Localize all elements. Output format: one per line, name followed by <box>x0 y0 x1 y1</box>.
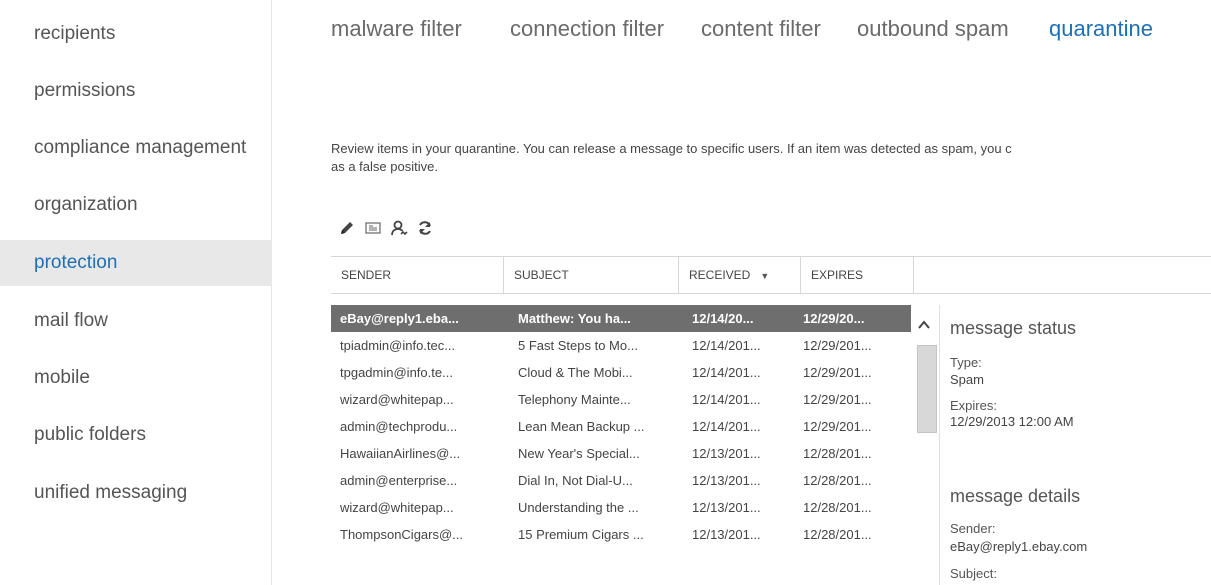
subject-cell: Cloud & The Mobi... <box>518 365 633 380</box>
sender-cell: wizard@whitepap... <box>340 500 454 515</box>
received-cell: 12/14/20... <box>692 311 754 326</box>
received-cell: 12/13/201... <box>692 500 761 515</box>
sender-cell: tpiadmin@info.tec... <box>340 338 456 353</box>
column-header-expires[interactable]: EXPIRES <box>801 257 914 293</box>
sender-cell: wizard@whitepap... <box>340 392 454 407</box>
subject-cell: Matthew: You ha... <box>518 311 631 326</box>
table-row[interactable]: tpiadmin@info.tec... 5 Fast Steps to Mo.… <box>331 332 911 359</box>
table-row[interactable]: HawaiianAirlines@... New Year's Special.… <box>331 440 911 467</box>
table-row[interactable]: wizard@whitepap... Understanding the ...… <box>331 494 911 521</box>
table-row[interactable]: ThompsonCigars@... 15 Premium Cigars ...… <box>331 521 911 548</box>
scroll-up-arrow-icon[interactable] <box>917 318 931 332</box>
tab-outbound-spam[interactable]: outbound spam <box>857 16 1009 42</box>
column-header-received[interactable]: RECEIVED ▼ <box>679 257 801 293</box>
nav-item-compliance-management[interactable]: compliance management <box>0 125 272 171</box>
sender-cell: eBay@reply1.eba... <box>340 311 459 326</box>
sender-cell: HawaiianAirlines@... <box>340 446 461 461</box>
received-cell: 12/14/201... <box>692 392 761 407</box>
expires-cell: 12/29/201... <box>803 365 872 380</box>
refresh-icon[interactable] <box>414 217 436 239</box>
expires-cell: 12/28/201... <box>803 446 872 461</box>
expires-cell: 12/28/201... <box>803 473 872 488</box>
nav-item-recipients[interactable]: recipients <box>0 11 272 57</box>
nav-item-permissions[interactable]: permissions <box>0 68 272 114</box>
scrollbar-thumb[interactable] <box>917 345 937 433</box>
tab-content-filter[interactable]: content filter <box>701 16 821 42</box>
received-cell: 12/14/201... <box>692 365 761 380</box>
message-details-heading: message details <box>950 486 1081 506</box>
pane-divider <box>939 305 940 585</box>
edit-icon[interactable] <box>336 217 358 239</box>
subject-cell: 5 Fast Steps to Mo... <box>518 338 638 353</box>
nav-item-protection[interactable]: protection <box>0 240 272 286</box>
expires-label: Expires: <box>950 398 997 413</box>
table-row-selected[interactable]: eBay@reply1.eba... Matthew: You ha... 12… <box>331 305 911 332</box>
expires-cell: 12/29/201... <box>803 338 872 353</box>
expires-cell: 12/28/201... <box>803 527 872 542</box>
sender-value: eBay@reply1.ebay.com <box>950 539 1088 554</box>
subject-cell: 15 Premium Cigars ... <box>518 527 644 542</box>
table-row[interactable]: admin@enterprise... Dial In, Not Dial-U.… <box>331 467 911 494</box>
table-row[interactable]: admin@techprodu... Lean Mean Backup ... … <box>331 413 911 440</box>
expires-cell: 12/29/201... <box>803 419 872 434</box>
expires-cell: 12/29/201... <box>803 392 872 407</box>
received-cell: 12/13/201... <box>692 473 761 488</box>
subject-cell: Understanding the ... <box>518 500 639 515</box>
table-row[interactable]: tpgadmin@info.te... Cloud & The Mobi... … <box>331 359 911 386</box>
sort-descending-icon: ▼ <box>760 271 770 281</box>
received-cell: 12/13/201... <box>692 527 761 542</box>
column-header-sender[interactable]: SENDER <box>331 257 504 293</box>
description-line-1: Review items in your quarantine. You can… <box>331 141 1012 156</box>
nav-item-organization[interactable]: organization <box>0 182 272 228</box>
message-list: eBay@reply1.eba... Matthew: You ha... 12… <box>331 305 911 548</box>
sender-cell: tpgadmin@info.te... <box>340 365 453 380</box>
nav-item-mobile[interactable]: mobile <box>0 355 272 401</box>
subject-label: Subject: <box>950 566 997 581</box>
description-line-2: as a false positive. <box>331 159 438 174</box>
tab-malware-filter[interactable]: malware filter <box>331 16 462 42</box>
tab-quarantine[interactable]: quarantine <box>1049 16 1153 42</box>
sender-cell: admin@techprodu... <box>340 419 458 434</box>
sender-cell: ThompsonCigars@... <box>340 527 464 542</box>
toolbar <box>336 216 440 240</box>
expires-value: 12/29/2013 12:00 AM <box>950 414 1074 429</box>
nav-item-unified-messaging[interactable]: unified messaging <box>0 470 272 516</box>
subject-cell: New Year's Special... <box>518 446 640 461</box>
release-message-icon[interactable] <box>362 217 384 239</box>
column-header-subject[interactable]: SUBJECT <box>504 257 679 293</box>
received-header-label: RECEIVED <box>689 268 751 282</box>
tab-connection-filter[interactable]: connection filter <box>510 16 664 42</box>
page-description: Review items in your quarantine. You can… <box>331 140 1211 176</box>
nav-item-mail-flow[interactable]: mail flow <box>0 298 272 344</box>
received-cell: 12/14/201... <box>692 338 761 353</box>
table-header: SENDER SUBJECT RECEIVED ▼ EXPIRES <box>331 256 1211 294</box>
message-status-heading: message status <box>950 318 1077 338</box>
expires-cell: 12/28/201... <box>803 500 872 515</box>
type-value: Spam <box>950 372 984 387</box>
table-row[interactable]: wizard@whitepap... Telephony Mainte... 1… <box>331 386 911 413</box>
sender-label: Sender: <box>950 521 996 536</box>
received-cell: 12/14/201... <box>692 419 761 434</box>
subject-cell: Dial In, Not Dial-U... <box>518 473 633 488</box>
left-navigation: recipients permissions compliance manage… <box>0 0 272 585</box>
sender-cell: admin@enterprise... <box>340 473 458 488</box>
report-false-positive-icon[interactable] <box>388 217 410 239</box>
type-label: Type: <box>950 355 982 370</box>
expires-cell: 12/29/20... <box>803 311 865 326</box>
subject-cell: Telephony Mainte... <box>518 392 631 407</box>
received-cell: 12/13/201... <box>692 446 761 461</box>
nav-item-public-folders[interactable]: public folders <box>0 412 272 458</box>
subject-cell: Lean Mean Backup ... <box>518 419 645 434</box>
